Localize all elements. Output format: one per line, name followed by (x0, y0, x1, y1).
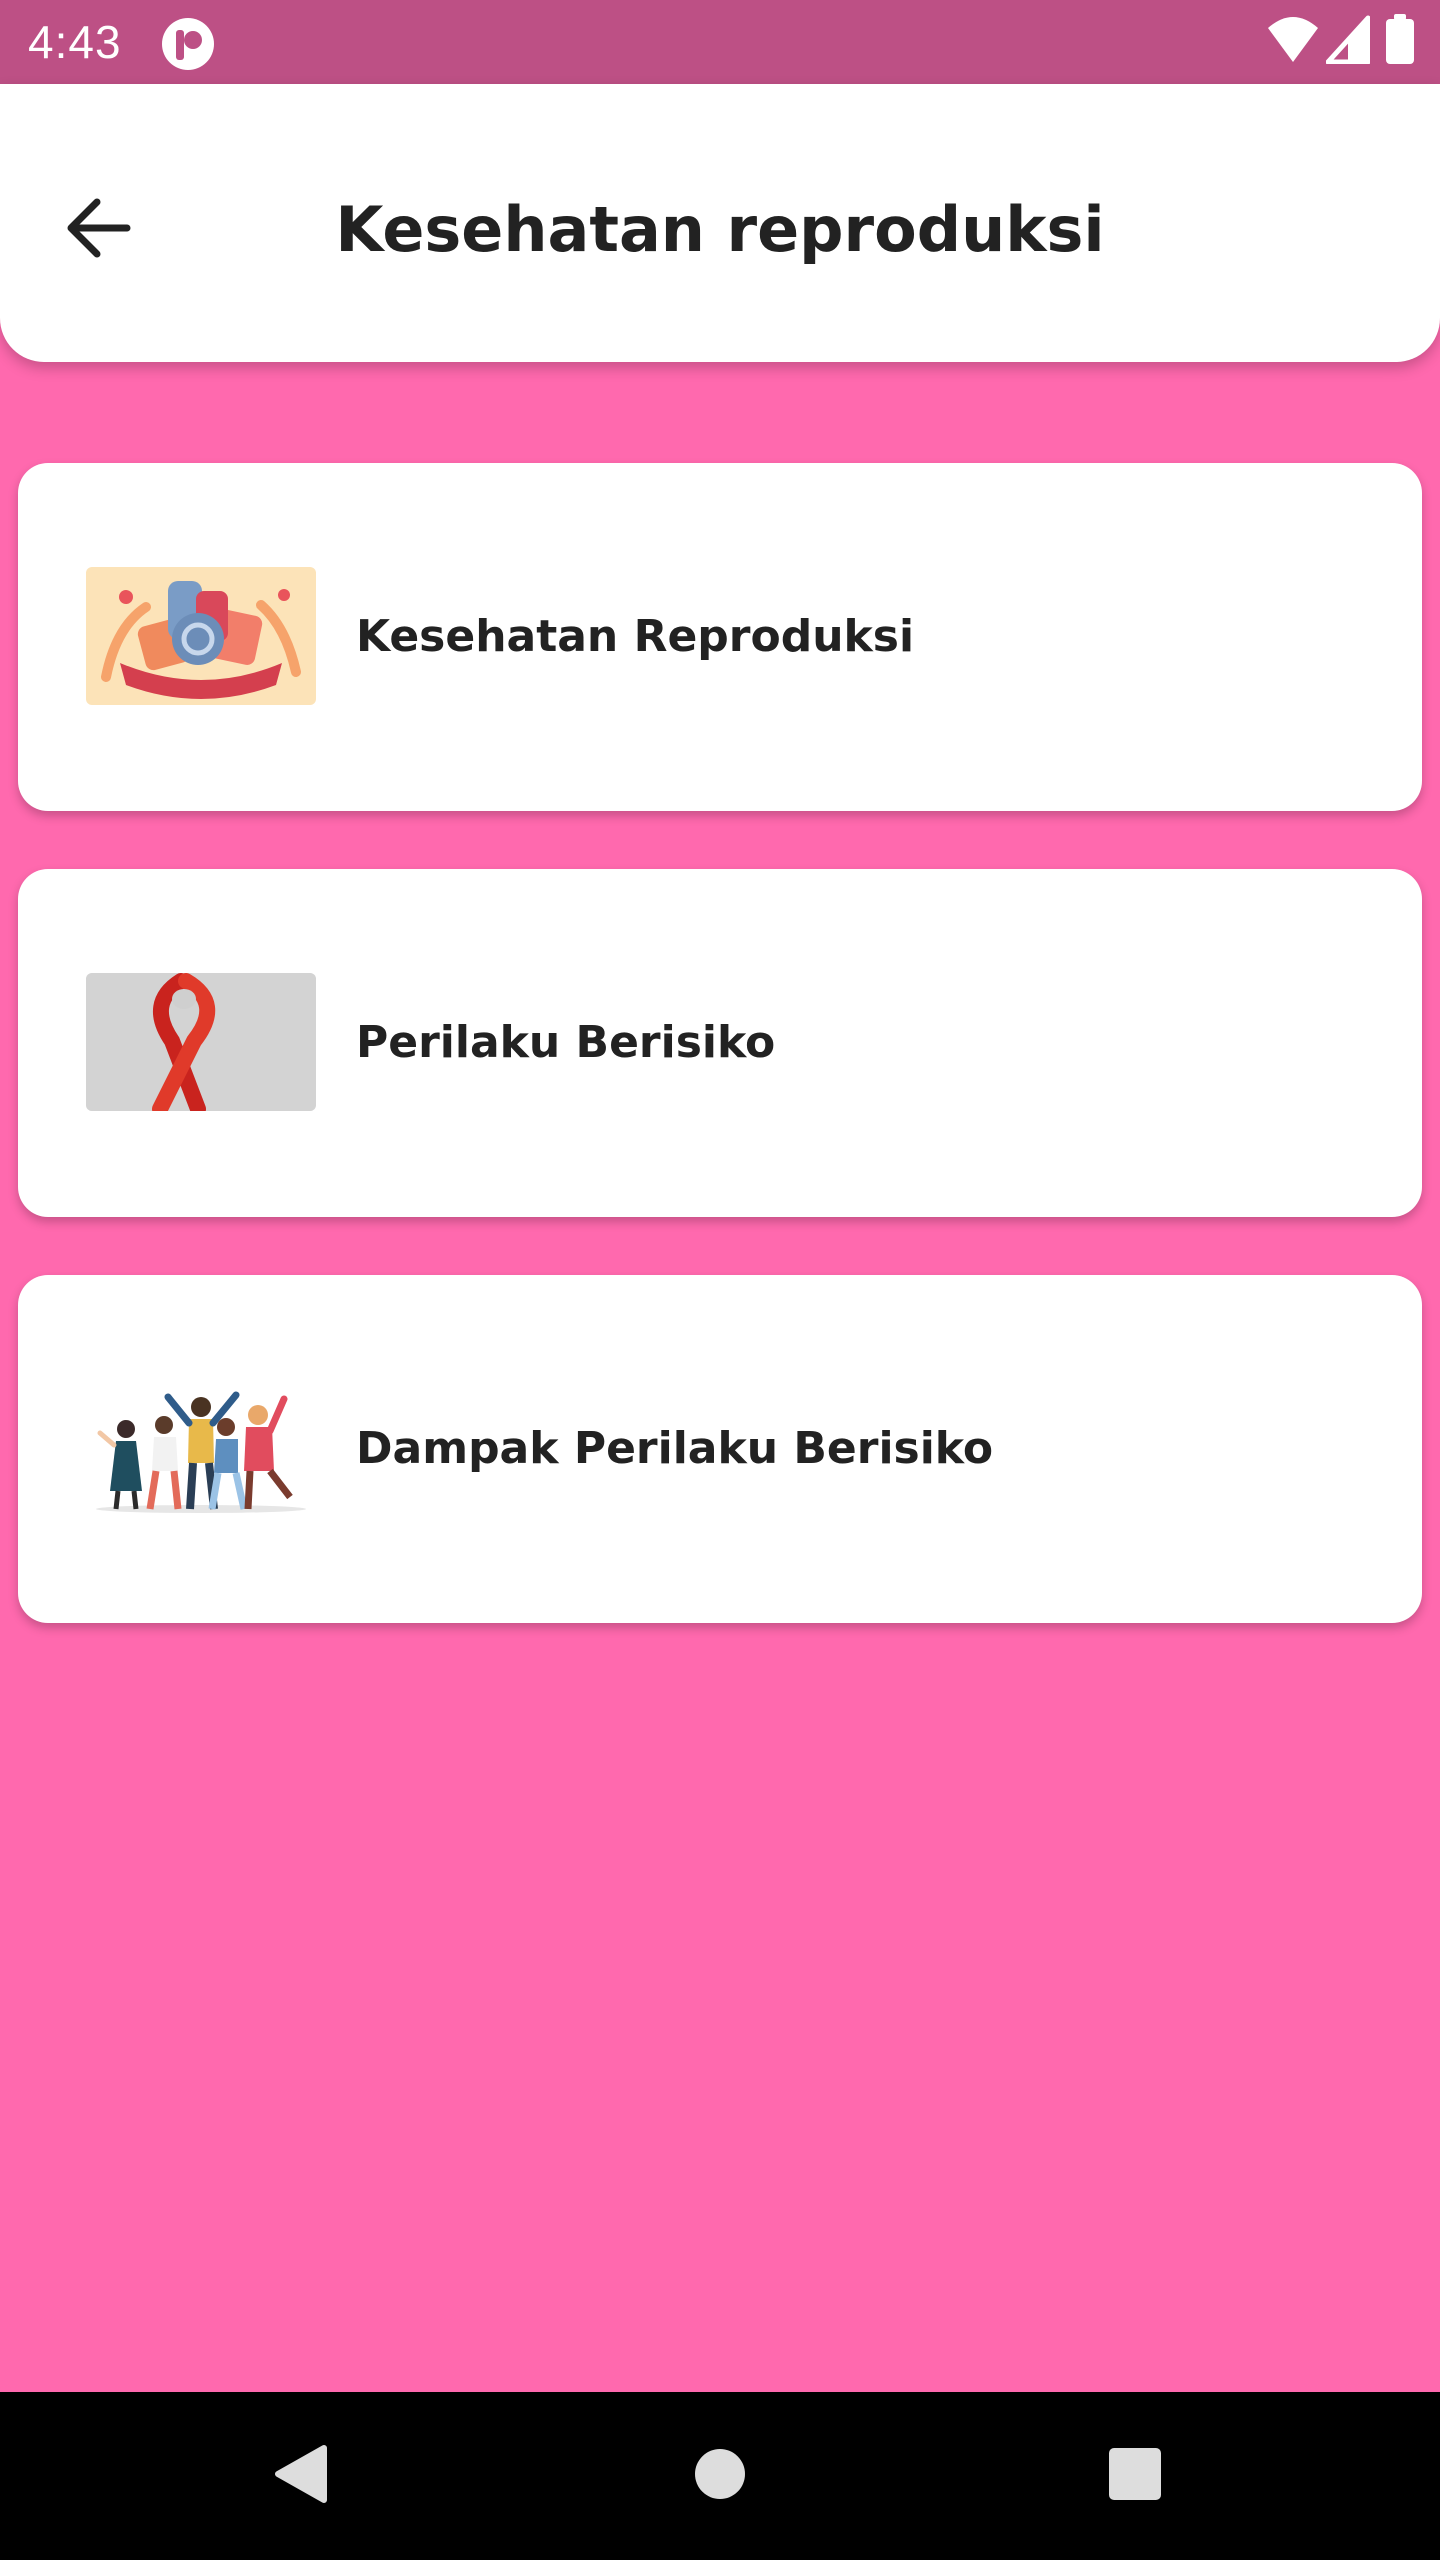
system-navigation-bar (0, 2392, 1440, 2560)
nav-back-button[interactable] (250, 2426, 350, 2526)
red-ribbon-thumbnail (86, 973, 316, 1111)
app-notification-icon (160, 16, 216, 72)
nav-home-button[interactable] (670, 2426, 770, 2526)
menu-item-perilaku-berisiko[interactable]: Perilaku Berisiko (18, 869, 1422, 1217)
nav-recents-button[interactable] (1085, 2426, 1185, 2526)
home-circle-icon (694, 2448, 746, 2504)
sexual-health-day-thumbnail (86, 567, 316, 705)
app-bar: Kesehatan reproduksi (0, 84, 1440, 362)
status-time: 4:43 (28, 16, 122, 68)
back-triangle-icon (272, 2444, 328, 2508)
menu-item-dampak-perilaku-berisiko[interactable]: Dampak Perilaku Berisiko (18, 1275, 1422, 1623)
menu-item-kesehatan-reproduksi[interactable]: Kesehatan Reproduksi (18, 463, 1422, 811)
group-of-people-thumbnail (86, 1379, 316, 1517)
menu-item-label: Kesehatan Reproduksi (356, 611, 915, 662)
recents-square-icon (1108, 2447, 1162, 2505)
status-bar: 4:43 (0, 0, 1440, 84)
page-title: Kesehatan reproduksi (335, 193, 1105, 266)
menu-item-label: Dampak Perilaku Berisiko (356, 1423, 994, 1474)
status-icons (1266, 14, 1416, 70)
menu-item-label: Perilaku Berisiko (356, 1017, 776, 1068)
